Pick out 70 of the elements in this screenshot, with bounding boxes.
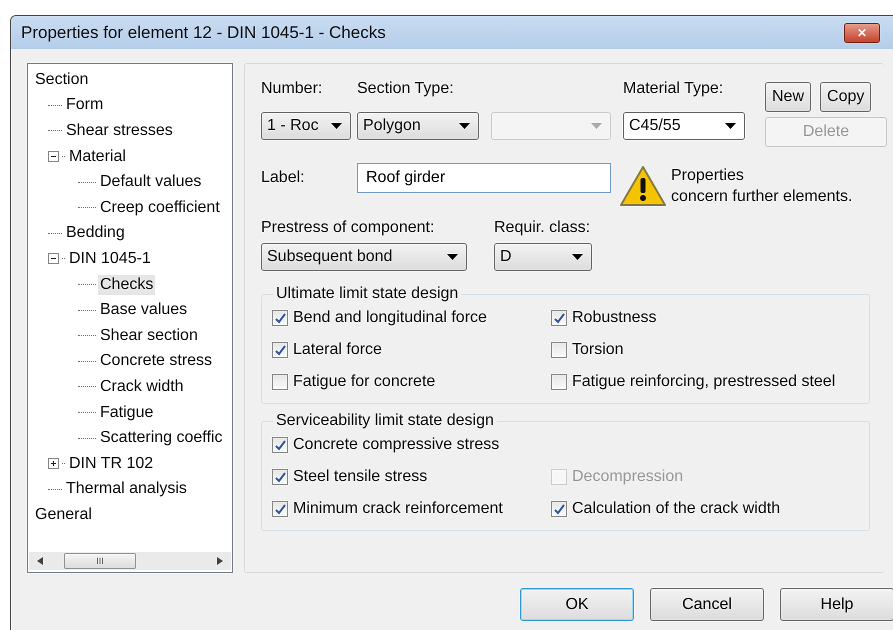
field-label: Section Type: <box>357 80 455 99</box>
caret-icon <box>572 254 583 260</box>
checkbox[interactable]: Lateral force <box>272 337 551 363</box>
tree-item[interactable]: Checks <box>98 274 156 295</box>
checkbox[interactable]: Concrete compressive stress <box>272 432 551 458</box>
tree-item[interactable]: Default values <box>98 172 204 192</box>
tree-item[interactable]: Shear stresses <box>64 120 175 141</box>
caret-icon <box>725 122 736 128</box>
field-label: Label: <box>261 169 305 186</box>
checkbox[interactable]: Torsion <box>551 337 859 363</box>
dialog-button[interactable]: Help <box>780 588 893 621</box>
field-label: Number: <box>261 80 324 99</box>
tree-item[interactable]: Concrete stress <box>98 351 214 372</box>
checkbox[interactable]: Steel tensile stress <box>272 464 551 490</box>
checkbox[interactable]: Calculation of the crack width <box>551 496 859 522</box>
label-field[interactable]: Roof girder <box>357 163 611 193</box>
tree-item[interactable]: Form <box>64 95 106 116</box>
warning-icon <box>619 165 667 207</box>
checkmark-icon <box>274 504 286 514</box>
dropdown[interactable]: D <box>494 243 592 271</box>
caret-icon <box>459 122 470 128</box>
tree-item[interactable]: General <box>33 504 94 525</box>
tree-item[interactable]: Fatigue <box>98 402 156 423</box>
checkmark-icon <box>274 440 286 450</box>
tree-item[interactable]: Shear section <box>98 326 200 346</box>
warning-text: Properties concern further elements. <box>671 166 852 207</box>
checkbox[interactable]: Fatigue reinforcing, prestressed steel <box>551 369 859 395</box>
scroll-thumb[interactable]: III <box>64 553 136 569</box>
checkmark-icon <box>554 504 564 514</box>
checkbox[interactable]: Fatigue for concrete <box>272 369 551 395</box>
caret-icon <box>331 122 342 128</box>
expand-icon[interactable] <box>48 458 59 470</box>
tree-item[interactable]: Crack width <box>98 376 186 397</box>
checkbox[interactable]: Bend and longitudinal force <box>272 305 551 331</box>
dropdown[interactable]: Subsequent bond <box>261 243 467 271</box>
checkmark-icon <box>554 312 564 324</box>
checkbox[interactable]: Minimum crack reinforcement <box>272 496 551 522</box>
tree-item[interactable]: Material <box>67 146 128 167</box>
tree-item[interactable]: Creep coefficient <box>98 198 222 218</box>
checkbox[interactable]: Robustness <box>551 305 859 331</box>
checkmark-icon <box>274 344 286 356</box>
group-title: Serviceability limit state design <box>275 412 495 430</box>
tree-item[interactable]: Thermal analysis <box>64 479 189 500</box>
tree-item[interactable]: DIN TR 102 <box>67 454 156 474</box>
action-button[interactable]: Copy <box>820 82 872 112</box>
left-arrow-icon[interactable] <box>37 557 43 565</box>
tree-item[interactable]: DIN 1045-1 <box>67 248 153 269</box>
right-arrow-icon[interactable] <box>217 557 223 565</box>
tree-item[interactable]: Scattering coeffic <box>98 428 224 448</box>
action-button[interactable]: New <box>765 82 812 112</box>
window-title: Properties for element 12 - DIN 1045-1 - Checks <box>21 22 386 42</box>
field-label: Requir. class: <box>494 219 592 237</box>
field-label: Material Type: <box>623 80 724 99</box>
collapse-icon[interactable] <box>48 253 59 264</box>
dialog-button[interactable]: Cancel <box>650 588 764 621</box>
tree-item[interactable]: Bedding <box>64 223 127 244</box>
caret-icon <box>447 254 458 260</box>
tree-item[interactable]: Section <box>33 70 90 90</box>
dropdown[interactable]: 1 - Roc <box>261 112 351 140</box>
field-label: Prestress of component: <box>261 219 436 237</box>
checkmark-icon <box>274 312 286 324</box>
horizontal-scrollbar[interactable]: III <box>29 552 231 570</box>
dialog-button[interactable]: OK <box>520 588 634 621</box>
collapse-icon[interactable] <box>48 151 59 162</box>
dropdown[interactable]: Polygon <box>357 112 479 140</box>
tree-item[interactable]: Base values <box>98 300 190 320</box>
dropdown[interactable]: C45/55 <box>623 112 745 140</box>
caret-icon <box>591 122 602 128</box>
checkmark-icon <box>274 472 286 482</box>
group-title: Ultimate limit state design <box>275 285 460 303</box>
